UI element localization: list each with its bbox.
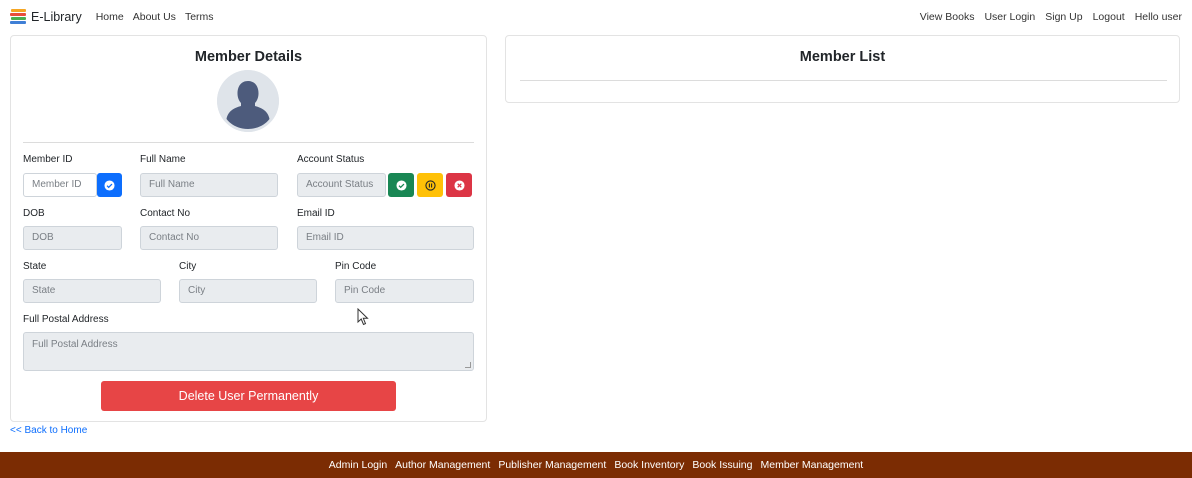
member-list-card: Member List bbox=[505, 35, 1180, 103]
brand-name: E-Library bbox=[31, 9, 82, 24]
nav-about-us[interactable]: About Us bbox=[133, 11, 176, 23]
top-navbar: E-Library Home About Us Terms View Books… bbox=[0, 0, 1192, 33]
brand-link[interactable]: E-Library bbox=[10, 8, 82, 26]
contact-no-label: Contact No bbox=[140, 208, 191, 219]
footer-author-management[interactable]: Author Management bbox=[395, 459, 490, 471]
nav-view-books[interactable]: View Books bbox=[920, 11, 975, 23]
check-circle-icon bbox=[395, 179, 407, 191]
nav-right: View Books User Login Sign Up Logout Hel… bbox=[910, 11, 1182, 23]
footer-admin-login[interactable]: Admin Login bbox=[329, 459, 387, 471]
member-id-go-button[interactable] bbox=[97, 173, 122, 197]
nav-home[interactable]: Home bbox=[96, 11, 124, 23]
member-details-card: Member Details Member ID Member ID Full … bbox=[10, 35, 487, 422]
full-name-input[interactable]: Full Name bbox=[140, 173, 278, 197]
email-id-label: Email ID bbox=[297, 208, 335, 219]
books-stack-icon bbox=[10, 8, 26, 24]
user-avatar-icon bbox=[217, 70, 279, 132]
account-status-label: Account Status bbox=[297, 154, 365, 165]
pin-code-label: Pin Code bbox=[335, 261, 377, 272]
nav-user-login[interactable]: User Login bbox=[984, 11, 1035, 23]
pause-circle-icon bbox=[424, 179, 436, 191]
back-to-home-link[interactable]: << Back to Home bbox=[10, 425, 87, 436]
full-postal-address-label: Full Postal Address bbox=[23, 314, 109, 325]
activate-status-button[interactable] bbox=[388, 173, 414, 197]
pause-status-button[interactable] bbox=[417, 173, 443, 197]
footer-publisher-management[interactable]: Publisher Management bbox=[498, 459, 606, 471]
full-postal-address-placeholder: Full Postal Address bbox=[32, 339, 118, 350]
member-id-input[interactable]: Member ID bbox=[23, 173, 97, 197]
nav-sign-up[interactable]: Sign Up bbox=[1045, 11, 1082, 23]
nav-hello-user[interactable]: Hello user bbox=[1135, 11, 1182, 23]
x-circle-icon bbox=[453, 179, 465, 191]
full-name-label: Full Name bbox=[140, 154, 186, 165]
member-details-title: Member Details bbox=[194, 49, 303, 65]
city-input[interactable]: City bbox=[179, 279, 317, 303]
contact-no-input[interactable]: Contact No bbox=[140, 226, 278, 250]
city-label: City bbox=[179, 261, 197, 272]
footer: Admin Login Author Management Publisher … bbox=[0, 452, 1192, 478]
state-input[interactable]: State bbox=[23, 279, 161, 303]
check-circle-icon bbox=[104, 179, 115, 191]
member-id-label: Member ID bbox=[23, 154, 73, 165]
dob-input[interactable]: DOB bbox=[23, 226, 122, 250]
member-list-divider bbox=[520, 80, 1167, 81]
footer-book-issuing[interactable]: Book Issuing bbox=[692, 459, 752, 471]
dob-label: DOB bbox=[23, 208, 45, 219]
mouse-cursor-icon bbox=[357, 308, 369, 326]
nav-terms[interactable]: Terms bbox=[185, 11, 214, 23]
account-status-input[interactable]: Account Status bbox=[297, 173, 386, 197]
nav-left: E-Library Home About Us Terms bbox=[10, 8, 223, 26]
details-divider bbox=[23, 142, 474, 143]
delete-user-button[interactable]: Delete User Permanently bbox=[101, 381, 396, 411]
deactivate-status-button[interactable] bbox=[446, 173, 472, 197]
resize-grip-icon[interactable] bbox=[465, 362, 471, 368]
state-label: State bbox=[23, 261, 47, 272]
full-postal-address-textarea[interactable]: Full Postal Address bbox=[23, 332, 474, 371]
footer-book-inventory[interactable]: Book Inventory bbox=[614, 459, 684, 471]
pin-code-input[interactable]: Pin Code bbox=[335, 279, 474, 303]
footer-member-management[interactable]: Member Management bbox=[760, 459, 863, 471]
email-id-input[interactable]: Email ID bbox=[297, 226, 474, 250]
nav-logout[interactable]: Logout bbox=[1093, 11, 1125, 23]
member-list-title: Member List bbox=[799, 49, 886, 65]
